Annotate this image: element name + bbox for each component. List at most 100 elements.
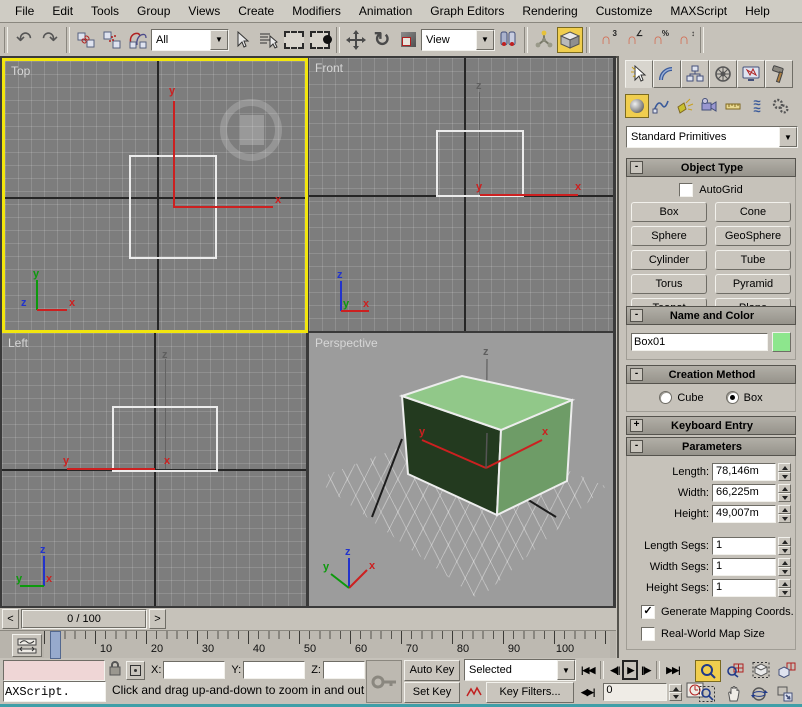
default-in-out-tangents-icon[interactable] [464, 683, 484, 702]
select-and-manipulate-icon[interactable] [531, 27, 557, 53]
redo-icon[interactable]: ↷ [37, 27, 63, 53]
collapse-icon[interactable]: - [630, 440, 643, 453]
parameter-spinner[interactable] [778, 558, 791, 576]
helpers-icon[interactable] [721, 94, 745, 118]
previous-frame-icon[interactable]: ◀|| [607, 660, 622, 680]
go-to-start-icon[interactable]: |◀◀ [578, 660, 597, 680]
frame-spinner[interactable] [669, 684, 682, 701]
generate-mapping-coords-checkbox[interactable]: ✓ [641, 605, 655, 619]
rollout-keyboard-entry-header[interactable]: + Keyboard Entry [626, 416, 796, 435]
menu-graph-editors[interactable]: Graph Editors [421, 1, 513, 21]
dropdown-arrow-icon[interactable]: ▼ [557, 660, 575, 680]
menu-help[interactable]: Help [736, 1, 779, 21]
menu-file[interactable]: File [6, 1, 43, 21]
object-type-button-pyramid[interactable]: Pyramid [715, 274, 791, 294]
set-key-button[interactable]: Set Key [404, 682, 460, 703]
menu-maxscript[interactable]: MAXScript [661, 1, 736, 21]
viewport-perspective[interactable]: Perspective y x z z x [309, 333, 613, 606]
object-type-button-geosphere[interactable]: GeoSphere [715, 226, 791, 246]
parameter-value-field[interactable]: 66,225m [712, 484, 776, 502]
viewport-top[interactable]: Top y x y z x [2, 58, 308, 333]
tab-display[interactable] [737, 60, 765, 88]
box-radio[interactable] [726, 391, 739, 404]
zoom-extents-icon[interactable] [749, 660, 773, 680]
open-mini-curve-editor-button[interactable] [12, 634, 42, 657]
object-name-input[interactable]: Box01 [631, 333, 768, 351]
space-warps-icon[interactable]: ≈≈ [745, 94, 769, 118]
rollout-name-color-header[interactable]: - Name and Color [626, 306, 796, 325]
z-coordinate-field[interactable] [323, 661, 365, 679]
time-slider-prev-button[interactable]: < [2, 609, 19, 629]
zoom-region-icon[interactable] [695, 684, 719, 704]
set-keys-button[interactable] [366, 660, 402, 703]
selection-lock-toggle-icon[interactable] [108, 660, 122, 681]
lights-icon[interactable] [673, 94, 697, 118]
go-to-end-icon[interactable]: ▶▶| [663, 660, 682, 680]
unlink-selection-icon[interactable] [99, 27, 125, 53]
viewport-left[interactable]: Left z y x z y x [2, 333, 306, 606]
menu-views[interactable]: Views [179, 1, 229, 21]
parameter-spinner[interactable] [778, 484, 791, 502]
parameter-value-field[interactable]: 1 [712, 579, 776, 597]
play-animation-icon[interactable]: ▶ [622, 660, 638, 680]
tab-create[interactable] [625, 60, 653, 88]
y-coordinate-field[interactable] [243, 661, 305, 679]
parameter-spinner[interactable] [778, 537, 791, 555]
geometry-icon[interactable] [625, 94, 649, 118]
parameter-value-field[interactable]: 1 [712, 558, 776, 576]
select-and-link-icon[interactable] [73, 27, 99, 53]
parameter-value-field[interactable]: 78,146m [712, 463, 776, 481]
zoom-all-icon[interactable] [723, 660, 747, 680]
reference-coordinate-dropdown[interactable]: View ▼ [421, 29, 495, 51]
maxscript-mini-listener[interactable]: AXScript. [3, 681, 106, 702]
select-and-rotate-icon[interactable]: ↻ [369, 27, 395, 53]
selection-filter-dropdown[interactable]: All ▼ [151, 29, 229, 51]
menu-tools[interactable]: Tools [82, 1, 128, 21]
parameter-value-field[interactable]: 1 [712, 537, 776, 555]
select-and-scale-icon[interactable] [395, 27, 421, 53]
object-type-button-cone[interactable]: Cone [715, 202, 791, 222]
auto-key-button[interactable]: Auto Key [404, 660, 460, 681]
key-filters-button[interactable]: Key Filters... [486, 682, 574, 703]
arc-rotate-icon[interactable] [747, 684, 771, 704]
tab-hierarchy[interactable] [681, 60, 709, 88]
real-world-map-size-checkbox[interactable]: ✓ [641, 627, 655, 641]
collapse-icon[interactable]: - [630, 368, 643, 381]
select-by-name-icon[interactable] [255, 27, 281, 53]
current-frame-marker[interactable] [50, 631, 61, 659]
menu-rendering[interactable]: Rendering [513, 1, 586, 21]
systems-icon[interactable] [769, 94, 793, 118]
shapes-icon[interactable] [649, 94, 673, 118]
object-color-swatch[interactable] [772, 332, 791, 352]
tab-motion[interactable] [709, 60, 737, 88]
object-type-button-tube[interactable]: Tube [715, 250, 791, 270]
use-pivot-point-center-icon[interactable] [495, 27, 521, 53]
parameter-spinner[interactable] [778, 579, 791, 597]
rectangular-selection-region-icon[interactable] [281, 27, 307, 53]
spinner-snap-toggle-icon[interactable]: ∩↕ [671, 27, 697, 53]
rollout-creation-method-header[interactable]: - Creation Method [626, 365, 796, 384]
snaps-toggle-icon[interactable]: ∩3 [593, 27, 619, 53]
next-frame-icon[interactable]: ||▶ [638, 660, 653, 680]
time-slider-track[interactable]: 0 / 100 [21, 609, 147, 629]
tab-utilities[interactable] [765, 60, 793, 88]
cameras-icon[interactable] [697, 94, 721, 118]
tab-modify[interactable] [653, 60, 681, 88]
cube-radio[interactable] [659, 391, 672, 404]
collapse-icon[interactable]: - [630, 161, 643, 174]
min-max-toggle-icon[interactable] [773, 684, 797, 704]
rollout-object-type-header[interactable]: - Object Type [626, 158, 796, 177]
percent-snap-toggle-icon[interactable]: ∩% [645, 27, 671, 53]
object-type-button-torus[interactable]: Torus [631, 274, 707, 294]
dropdown-arrow-icon[interactable]: ▼ [210, 30, 228, 50]
absolute-mode-transform-icon[interactable] [126, 661, 145, 680]
menu-create[interactable]: Create [229, 1, 283, 21]
maxscript-mini-listener-macro[interactable] [3, 660, 105, 681]
autogrid-checkbox[interactable]: ✓ [679, 183, 693, 197]
angle-snap-toggle-icon[interactable]: ∩∠ [619, 27, 645, 53]
x-coordinate-field[interactable] [163, 661, 225, 679]
parameter-spinner[interactable] [778, 463, 791, 481]
menu-customize[interactable]: Customize [587, 1, 662, 21]
object-type-button-cylinder[interactable]: Cylinder [631, 250, 707, 270]
window-crossing-toggle-icon[interactable] [307, 27, 333, 53]
